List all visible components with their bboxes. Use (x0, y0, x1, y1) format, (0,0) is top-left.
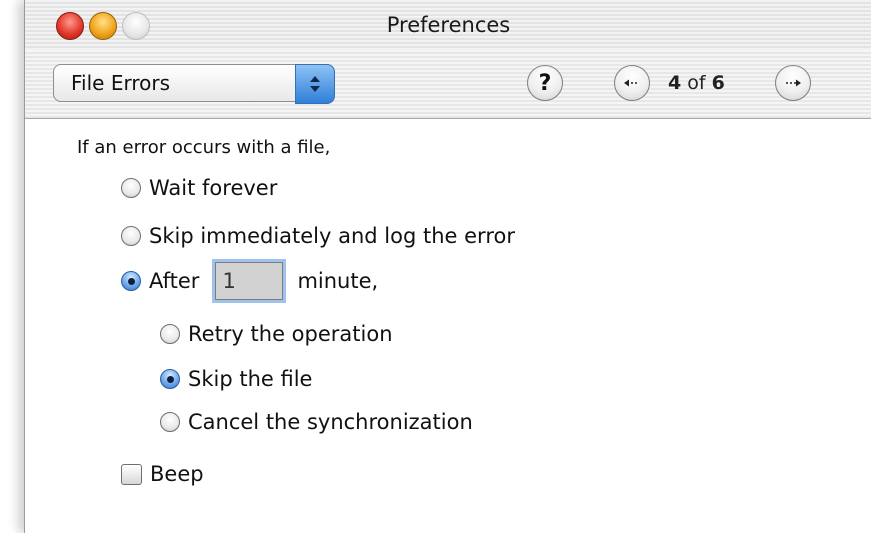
retry-radio[interactable] (160, 324, 180, 344)
cancel-sync-label: Cancel the synchronization (188, 410, 473, 434)
left-arrow-icon (624, 79, 639, 87)
toolbar: File Errors ? 4 of 6 (25, 50, 871, 119)
beep-label: Beep (150, 462, 204, 486)
help-icon: ? (538, 70, 552, 96)
page-current: 4 (668, 72, 682, 94)
minute-label: minute, (297, 269, 379, 293)
window-title: Preferences (386, 13, 511, 37)
skip-log-option[interactable]: Skip immediately and log the error (121, 224, 515, 248)
cancel-sync-option[interactable]: Cancel the synchronization (160, 410, 473, 434)
skip-file-option[interactable]: Skip the file (160, 367, 312, 391)
category-popup[interactable]: File Errors (53, 64, 335, 104)
help-button[interactable]: ? (527, 65, 563, 101)
skip-file-radio[interactable] (160, 369, 180, 389)
retry-label: Retry the operation (188, 322, 393, 346)
retry-option[interactable]: Retry the operation (160, 322, 393, 346)
after-label: After (149, 269, 200, 293)
beep-checkbox[interactable] (121, 463, 142, 485)
cancel-sync-radio[interactable] (160, 412, 180, 432)
previous-page-button[interactable] (614, 65, 650, 101)
after-radio[interactable] (121, 271, 141, 291)
skip-log-label: Skip immediately and log the error (149, 224, 515, 248)
title-bar[interactable]: Preferences (25, 0, 871, 50)
updown-arrows-icon (295, 64, 335, 104)
next-page-button[interactable] (775, 65, 811, 101)
beep-option[interactable]: Beep (121, 462, 204, 486)
preferences-window: Preferences File Errors ? 4 of 6 If an e… (24, 0, 871, 533)
file-errors-pane: If an error occurs with a file, Wait for… (25, 119, 871, 533)
minutes-input[interactable] (215, 262, 284, 300)
page-indicator: 4 of 6 (668, 72, 725, 94)
wait-forever-label: Wait forever (149, 176, 278, 200)
wait-forever-option[interactable]: Wait forever (121, 176, 277, 200)
skip-file-label: Skip the file (188, 367, 313, 391)
after-option[interactable]: After minute, (121, 262, 378, 300)
intro-label: If an error occurs with a file, (77, 137, 331, 158)
right-arrow-icon (786, 79, 801, 87)
skip-log-radio[interactable] (121, 226, 141, 246)
wait-forever-radio[interactable] (121, 178, 141, 198)
category-popup-label: File Errors (71, 71, 170, 95)
page-of-label: of (687, 72, 706, 94)
page-total: 6 (711, 72, 725, 94)
